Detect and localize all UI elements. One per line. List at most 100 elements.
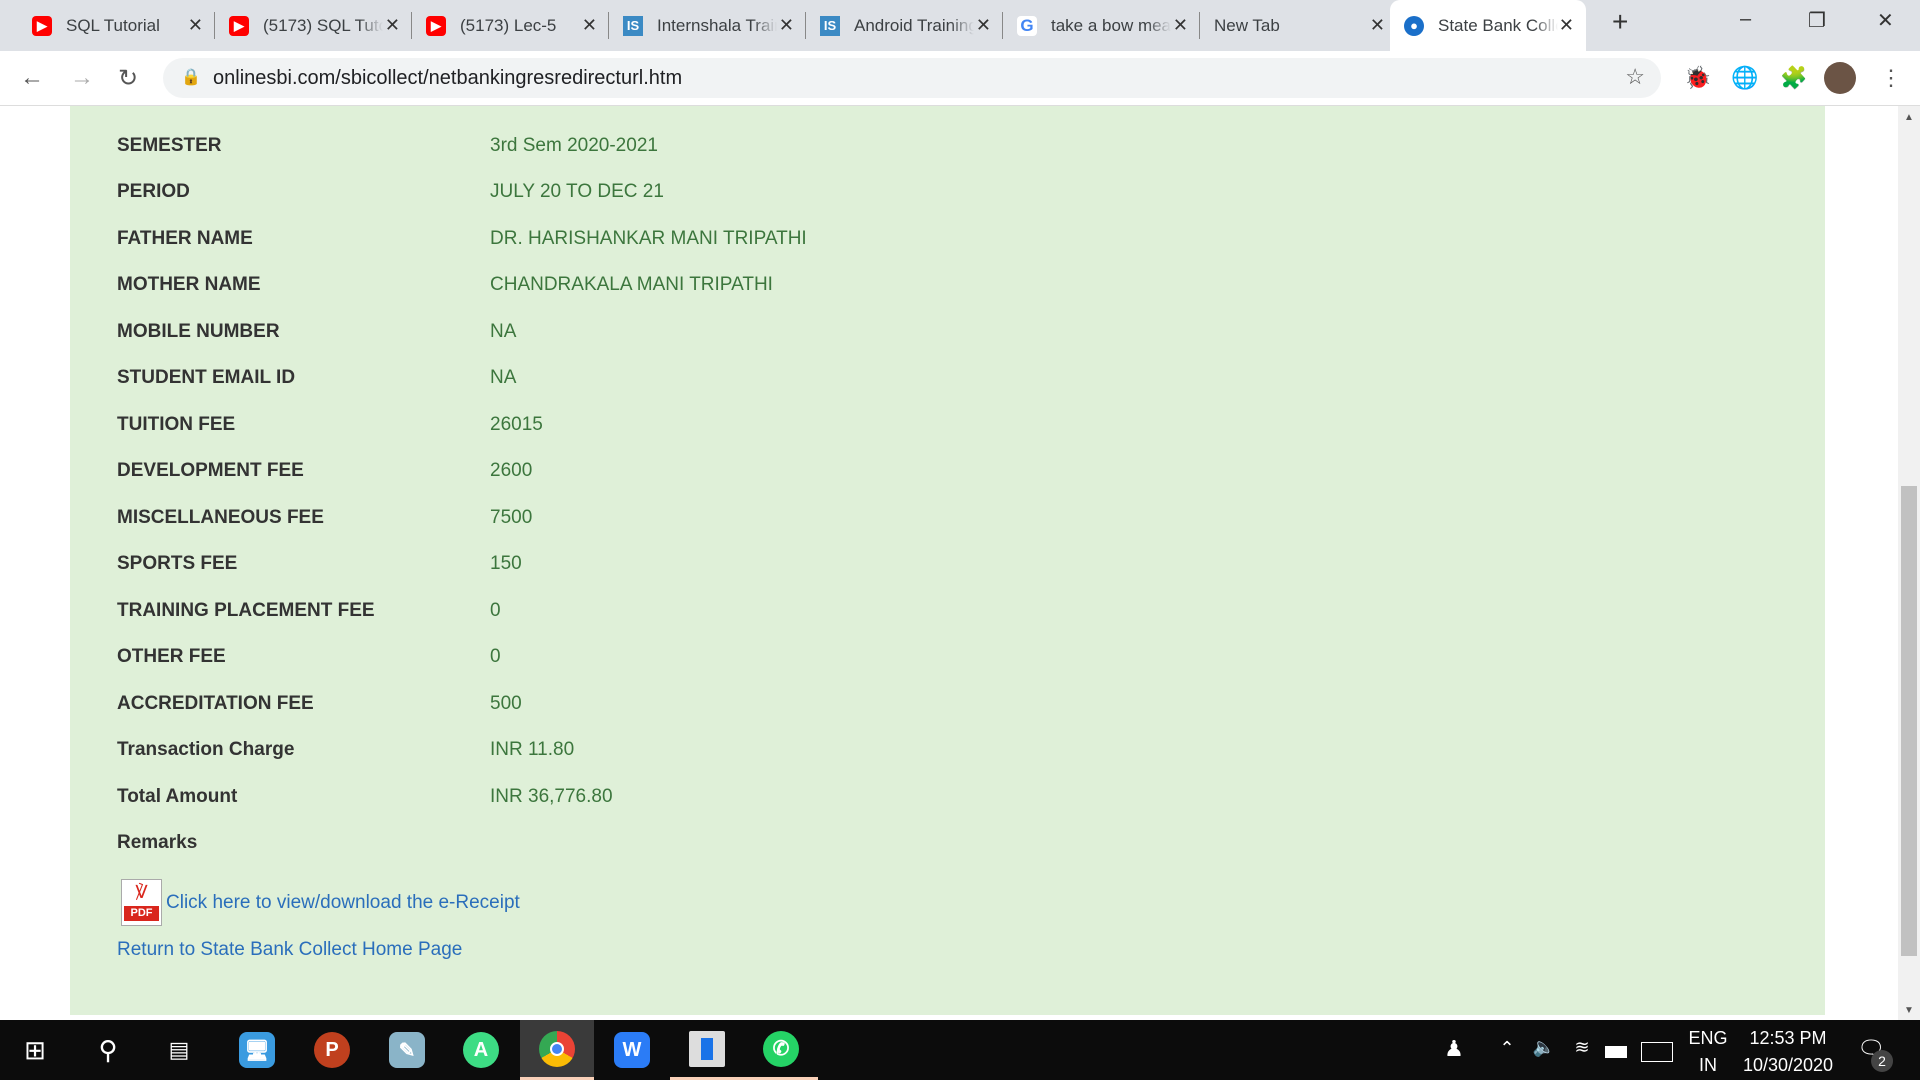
back-button[interactable]: ← [20, 64, 44, 92]
internshala-icon: IS [820, 15, 840, 36]
detail-value: 150 [490, 553, 522, 575]
page-content: COURSE AND BRANCHB.TECH INFORMATION TECH… [0, 106, 1898, 1020]
tab-6[interactable]: New Tab ✕ [1200, 0, 1397, 51]
scroll-up-arrow[interactable]: ▲ [1904, 112, 1914, 123]
detail-label: COURSE AND BRANCH [70, 106, 490, 110]
tab-1[interactable]: ▶ (5173) SQL Tutorial✕ [215, 0, 412, 51]
new-tab-button[interactable]: + [1612, 6, 1628, 38]
detail-label: Transaction Charge [117, 739, 295, 761]
scrollbar-thumb[interactable] [1901, 486, 1917, 956]
tab-title: State Bank Collect [1438, 15, 1558, 35]
tab-0[interactable]: ▶ SQL Tutorial ✕ [18, 0, 215, 51]
forward-button[interactable]: → [70, 64, 94, 92]
tab-2[interactable]: ▶ (5173) Lec-5 ✕ [412, 0, 609, 51]
psiphon-icon[interactable]: P [295, 1020, 369, 1080]
android-studio-icon[interactable]: A [444, 1020, 518, 1080]
task-view-icon[interactable]: ▤ [142, 1020, 216, 1080]
detail-value: DR. HARISHANKAR MANI TRIPATHI [490, 227, 807, 249]
detail-row: MISCELLANEOUS FEE 7500 [70, 495, 1825, 542]
globe-extension-icon[interactable]: 🌐 [1731, 65, 1758, 91]
clock[interactable]: 12:53 PM 10/30/2020 [1743, 1028, 1833, 1076]
detail-value: NA [490, 320, 517, 342]
detail-row: FATHER NAME DR. HARISHANKAR MANI TRIPATHI [70, 216, 1825, 263]
close-tab-icon[interactable]: ✕ [1370, 15, 1385, 36]
detail-row: Total Amount INR 36,776.80 [70, 774, 1825, 821]
detail-label: SEMESTER [117, 134, 222, 156]
detail-row: SEMESTER 3rd Sem 2020-2021 [70, 123, 1825, 170]
scroll-down-arrow[interactable]: ▼ [1904, 1005, 1914, 1016]
this-pc-icon[interactable]: 🖥 [220, 1020, 294, 1080]
close-tab-icon[interactable]: ✕ [1173, 15, 1188, 36]
detail-value: 7500 [490, 506, 533, 528]
people-icon[interactable]: ♟ [1444, 1036, 1464, 1062]
detail-value: CHANDRAKALA MANI TRIPATHI [490, 274, 773, 296]
detail-label: FATHER NAME [117, 227, 253, 249]
lock-icon: 🔒 [181, 69, 201, 86]
tab-title: New Tab [1214, 15, 1280, 35]
profile-avatar[interactable] [1824, 62, 1856, 94]
close-tab-icon[interactable]: ✕ [976, 15, 991, 36]
detail-row: Remarks [70, 820, 1825, 867]
extensions-puzzle-icon[interactable]: 🧩 [1780, 65, 1807, 91]
restore-button[interactable]: ❐ [1808, 8, 1826, 33]
detail-row: TRAINING PLACEMENT FEE 0 [70, 588, 1825, 635]
close-tab-icon[interactable]: ✕ [1559, 15, 1574, 36]
close-tab-icon[interactable]: ✕ [582, 15, 597, 36]
payment-details-panel: COURSE AND BRANCHB.TECH INFORMATION TECH… [70, 106, 1825, 1015]
detail-label: MOBILE NUMBER [117, 320, 280, 342]
reload-button[interactable]: ↻ [118, 64, 138, 93]
bug-extension-icon[interactable]: 🐞 [1684, 65, 1711, 91]
detail-value: 500 [490, 692, 522, 714]
detail-label: SPORTS FEE [117, 553, 238, 575]
detail-label: DEVELOPMENT FEE [117, 460, 304, 482]
detail-label: Total Amount [117, 785, 238, 807]
notification-center-icon[interactable]: 🗨 2 [1857, 1036, 1894, 1072]
close-tab-icon[interactable]: ✕ [385, 15, 400, 36]
return-home-link[interactable]: Return to State Bank Collect Home Page [117, 939, 462, 961]
tab-7[interactable]: ● State Bank Collect✕ [1390, 0, 1586, 51]
pdf-icon[interactable]: ℣ PDF [121, 879, 162, 926]
detail-value: JULY 20 TO DEC 21 [490, 181, 664, 203]
language-indicator[interactable]: ENG IN [1688, 1028, 1727, 1076]
tab-title: (5173) SQL Tutorial [263, 15, 383, 35]
battery-icon[interactable] [1605, 1046, 1627, 1058]
view-receipt-link[interactable]: Click here to view/download the e-Receip… [166, 892, 520, 914]
detail-row: SPORTS FEE 150 [70, 541, 1825, 588]
youtube-icon: ▶ [32, 15, 52, 36]
bookmark-star-icon[interactable]: ☆ [1625, 64, 1645, 90]
detail-value: 0 [490, 646, 501, 668]
keyboard-icon[interactable] [1641, 1042, 1673, 1062]
wifi-icon[interactable]: ≋ [1574, 1037, 1589, 1058]
address-bar[interactable]: 🔒 onlinesbi.com/sbicollect/netbankingres… [163, 58, 1661, 98]
tab-4[interactable]: IS Android Training ✕ [806, 0, 1003, 51]
wps-office-icon[interactable]: W [595, 1020, 669, 1080]
app-window-icon[interactable] [670, 1020, 744, 1080]
detail-label: PERIOD [117, 181, 190, 203]
show-hidden-icons-chevron[interactable]: ⌃ [1499, 1038, 1514, 1059]
tab-strip: ▶SQL Tutorial✕▶(5173) SQL Tutorial✕▶(517… [0, 0, 1920, 51]
tab-3[interactable]: IS Internshala Trainings✕ [609, 0, 806, 51]
detail-row: STUDENT EMAIL ID NA [70, 355, 1825, 402]
whatsapp-icon[interactable]: ✆ [744, 1020, 818, 1080]
detail-label: STUDENT EMAIL ID [117, 367, 296, 389]
close-window-button[interactable]: ✕ [1877, 8, 1894, 33]
close-tab-icon[interactable]: ✕ [188, 15, 203, 36]
minimize-button[interactable]: – [1740, 8, 1751, 31]
detail-row: Transaction Charge INR 11.80 [70, 727, 1825, 774]
tab-5[interactable]: Gtake a bow meaning✕ [1003, 0, 1200, 51]
detail-label: ACCREDITATION FEE [117, 692, 314, 714]
start-windows-icon[interactable]: ⊞ [0, 1020, 72, 1080]
url-text[interactable]: onlinesbi.com/sbicollect/netbankingresre… [213, 67, 682, 90]
detail-value: INR 36,776.80 [490, 785, 613, 807]
tab-title: (5173) Lec-5 [460, 15, 557, 35]
browser-toolbar: ← → ↻ 🔒 onlinesbi.com/sbicollect/netbank… [0, 51, 1920, 106]
detail-label: MISCELLANEOUS FEE [117, 506, 324, 528]
menu-kebab-icon[interactable]: ⋮ [1880, 65, 1902, 91]
volume-icon[interactable]: 🔈 [1533, 1037, 1555, 1058]
search-icon[interactable]: ⚲ [71, 1020, 145, 1080]
notepad-icon[interactable]: ✎ [370, 1020, 444, 1080]
chrome-icon[interactable] [520, 1020, 594, 1080]
detail-value: 26015 [490, 413, 543, 435]
close-tab-icon[interactable]: ✕ [779, 15, 794, 36]
vertical-scrollbar[interactable]: ▲ ▼ [1898, 106, 1920, 1020]
